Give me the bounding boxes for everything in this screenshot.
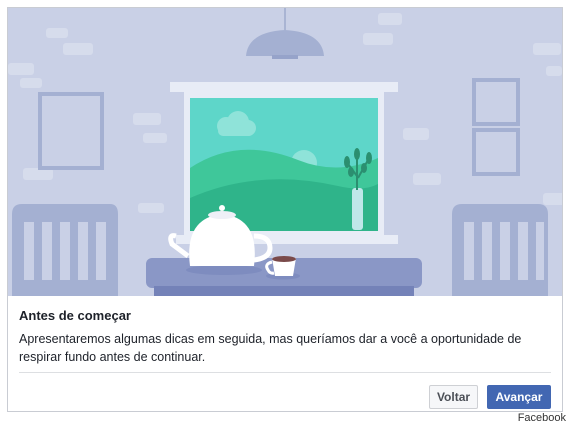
- footer-divider: [19, 372, 551, 373]
- image-credit: Facebook: [517, 412, 566, 424]
- dialog-body-text: Apresentaremos algumas dicas em seguida,…: [19, 332, 522, 364]
- back-button[interactable]: Voltar: [429, 385, 478, 409]
- next-button[interactable]: Avançar: [487, 385, 551, 409]
- header-illustration: [8, 8, 562, 296]
- dialog-title: Antes de começar: [19, 308, 131, 323]
- dialog: Antes de começar Apresentaremos algumas …: [7, 7, 563, 412]
